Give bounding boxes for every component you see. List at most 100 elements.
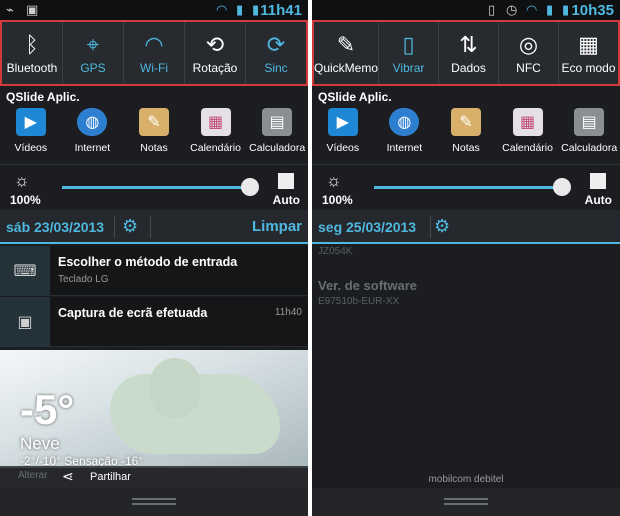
- gallery-icon: ▣: [26, 2, 39, 17]
- toggle-eco-mode[interactable]: ▦ Eco modo: [559, 22, 618, 84]
- app-label: Vídeos: [14, 142, 48, 154]
- brightness-slider-track[interactable]: [62, 186, 250, 189]
- brightness-slider-track[interactable]: [374, 186, 562, 189]
- app-notes[interactable]: ✎ Notas: [123, 108, 185, 154]
- snow-figure: [150, 358, 200, 418]
- notification-title: Escolher o método de entrada: [58, 255, 238, 269]
- app-calendar[interactable]: ▦ Calendário: [185, 108, 247, 154]
- divider: [430, 216, 431, 238]
- app-videos[interactable]: ▶ Vídeos: [312, 108, 374, 154]
- quick-toggles: ✎ QuickMemo ▯ Vibrar ⇅ Dados ◎ NFC ▦ Eco…: [312, 20, 620, 86]
- calendar-icon: ▦: [512, 108, 543, 136]
- app-calendar[interactable]: ▦ Calendário: [497, 108, 559, 154]
- settings-gear-icon[interactable]: ⚙: [434, 216, 450, 237]
- app-label: Internet: [386, 142, 423, 154]
- usb-icon: ⌁: [6, 2, 14, 17]
- status-bar: ⌁ ▣ ◠ ▮ ▮ 11h41: [0, 0, 308, 20]
- app-calculator[interactable]: ▤ Calculadora: [246, 108, 308, 154]
- settings-gear-icon[interactable]: ⚙: [122, 216, 138, 237]
- panel-handle[interactable]: [0, 488, 308, 516]
- toggle-rotation[interactable]: ⟲ Rotação: [185, 22, 246, 84]
- data-icon: ⇅: [459, 32, 478, 57]
- wifi-signal-icon: ◠: [216, 2, 228, 17]
- app-videos[interactable]: ▶ Vídeos: [0, 108, 62, 154]
- nfc-icon: ◎: [518, 32, 539, 57]
- share-bar: Alterar ⋖ Partilhar: [0, 466, 308, 488]
- toggle-wifi[interactable]: ◠ Wi-Fi: [124, 22, 185, 84]
- gps-icon: ⌖: [86, 32, 100, 57]
- calculator-icon: ▤: [262, 108, 293, 136]
- app-label: Calculadora: [561, 142, 618, 154]
- status-time: 11h41: [260, 2, 302, 19]
- wifi-icon: ◠: [144, 32, 164, 57]
- app-label: Calendário: [190, 142, 241, 154]
- toggle-vibrate[interactable]: ▯ Vibrar: [379, 22, 440, 84]
- share-icon[interactable]: ⋖: [62, 468, 74, 485]
- brightness-control: ☼ 100% Auto: [312, 164, 620, 210]
- videos-icon: ▶: [327, 108, 358, 136]
- share-ghost-text: Alterar: [18, 470, 48, 481]
- qslide-apps: QSlide Aplic. ▶ Vídeos ◍ Internet ✎ Nota…: [0, 86, 308, 162]
- vibrate-status-icon: ▯: [488, 2, 496, 17]
- weather-temperature: -5°: [20, 386, 75, 433]
- toggle-gps[interactable]: ⌖ GPS: [63, 22, 124, 84]
- toggle-label: Sinc: [264, 61, 288, 75]
- app-label: Calendário: [502, 142, 553, 154]
- calendar-icon: ▦: [200, 108, 231, 136]
- videos-icon: ▶: [15, 108, 46, 136]
- carrier-label: mobilcom debitel: [428, 474, 504, 485]
- auto-brightness-label: Auto: [584, 193, 612, 207]
- auto-brightness-label: Auto: [272, 193, 300, 207]
- toggle-quickmemo[interactable]: ✎ QuickMemo: [314, 22, 380, 84]
- app-internet[interactable]: ◍ Internet: [62, 108, 124, 154]
- clear-button[interactable]: Limpar: [252, 218, 302, 235]
- toggle-label: NFC: [516, 61, 541, 75]
- toggle-sync[interactable]: ⟳ Sinc: [246, 22, 306, 84]
- panel-handle[interactable]: [312, 488, 620, 516]
- sync-icon: ⟳: [266, 32, 286, 57]
- date-row: seg 25/03/2013 ⚙: [312, 210, 620, 244]
- internet-icon: ◍: [389, 108, 420, 136]
- calculator-icon: ▤: [574, 108, 605, 136]
- toggle-data[interactable]: ⇅ Dados: [439, 22, 500, 84]
- handle-line: [444, 498, 488, 500]
- left-notification-panel: ⌁ ▣ ◠ ▮ ▮ 11h41 ᛒ Bluetooth ⌖ GPS ◠ Wi-F…: [0, 0, 308, 516]
- alarm-icon: ◷: [506, 2, 518, 17]
- vibrate-icon: ▯: [402, 32, 415, 57]
- notification-item[interactable]: ⌨ Escolher o método de entrada Teclado L…: [0, 246, 308, 296]
- toggle-label: Dados: [451, 61, 486, 75]
- weather-widget: -5° Neve -2°/-10° Sensação -16°: [0, 350, 308, 468]
- qslide-title: QSlide Aplic.: [318, 90, 392, 104]
- toggle-label: GPS: [80, 61, 106, 75]
- notification-subtitle: Teclado LG: [58, 274, 109, 285]
- app-notes[interactable]: ✎ Notas: [435, 108, 497, 154]
- divider: [150, 216, 151, 238]
- toggle-label: Eco modo: [561, 61, 616, 75]
- divider: [114, 216, 115, 238]
- auto-brightness-checkbox[interactable]: [278, 173, 294, 189]
- notes-icon: ✎: [138, 108, 169, 136]
- brightness-slider-thumb[interactable]: [553, 178, 571, 196]
- battery-icon: ▮: [252, 2, 260, 17]
- notification-item[interactable]: ▣ Captura de ecrã efetuada 11h40: [0, 297, 308, 347]
- brightness-slider-thumb[interactable]: [241, 178, 259, 196]
- notes-icon: ✎: [450, 108, 481, 136]
- status-bar: ▯ ◷ ◠ ▮ ▮ 10h35: [312, 0, 620, 20]
- brightness-percent: 100%: [322, 193, 353, 207]
- software-version-title: Ver. de software: [318, 278, 417, 293]
- auto-brightness-checkbox[interactable]: [590, 173, 606, 189]
- app-label: Vídeos: [326, 142, 360, 154]
- weather-condition: Neve: [20, 434, 60, 453]
- qslide-title: QSlide Aplic.: [6, 90, 80, 104]
- toggle-nfc[interactable]: ◎ NFC: [499, 22, 560, 84]
- toggle-label: Bluetooth: [6, 61, 58, 75]
- bluetooth-icon: ᛒ: [25, 32, 39, 57]
- toggle-label: QuickMemo: [314, 61, 379, 75]
- toggle-bluetooth[interactable]: ᛒ Bluetooth: [2, 22, 63, 84]
- app-calculator[interactable]: ▤ Calculadora: [558, 108, 620, 154]
- app-internet[interactable]: ◍ Internet: [374, 108, 436, 154]
- build-number-text: JZ054K: [318, 246, 353, 257]
- internet-icon: ◍: [77, 108, 108, 136]
- rotation-icon: ⟲: [205, 32, 225, 57]
- share-button[interactable]: Partilhar: [90, 471, 131, 483]
